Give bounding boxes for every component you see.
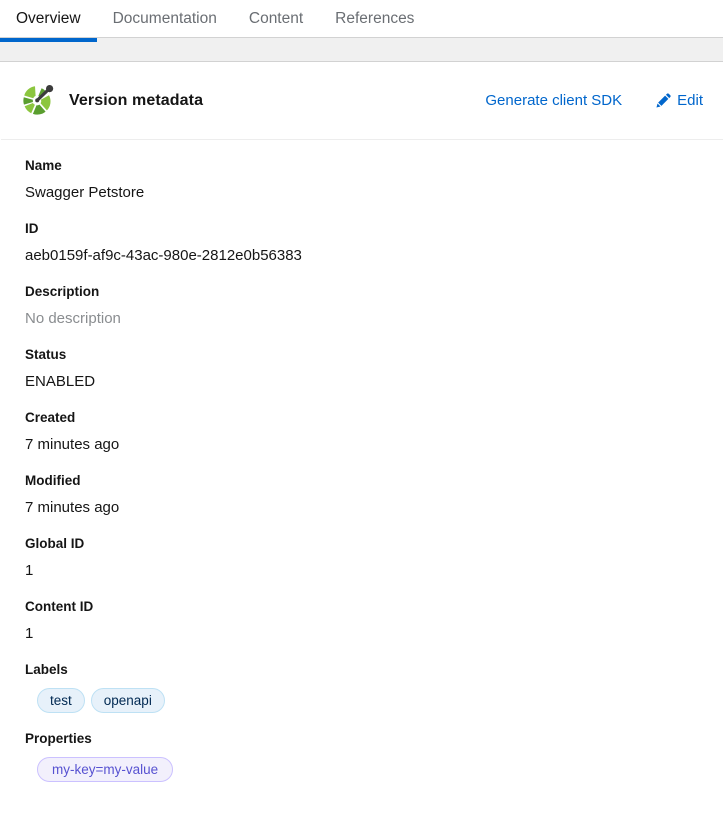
edit-button-label: Edit (677, 92, 703, 109)
field-name: Name Swagger Petstore (25, 158, 703, 203)
card-body: Name Swagger Petstore ID aeb0159f-af9c-4… (1, 140, 723, 792)
generate-client-sdk-button[interactable]: Generate client SDK (485, 92, 622, 109)
card-header-actions: Generate client SDK Edit (485, 92, 707, 109)
openapi-logo-icon (21, 84, 55, 118)
properties-chip-row: my-key=my-value (25, 756, 703, 782)
field-label-labels: Labels (25, 661, 68, 677)
tab-overview-label: Overview (16, 10, 81, 27)
field-global-id: Global ID 1 (25, 536, 703, 581)
card-header-left: Version metadata (21, 84, 203, 118)
tab-references-label: References (335, 10, 415, 27)
edit-button[interactable]: Edit (656, 92, 703, 109)
field-id: ID aeb0159f-af9c-43ac-980e-2812e0b56383 (25, 221, 703, 266)
field-value-id: aeb0159f-af9c-43ac-980e-2812e0b56383 (25, 247, 302, 265)
tab-content-label: Content (248, 10, 304, 27)
tab-references[interactable]: References (319, 0, 430, 38)
field-value-created: 7 minutes ago (25, 435, 120, 453)
page-gap-band (0, 38, 723, 62)
version-metadata-card: Version metadata Generate client SDK Edi… (0, 62, 723, 792)
field-label-global-id: Global ID (25, 535, 85, 551)
label-chip[interactable]: openapi (90, 687, 165, 713)
field-label-id: ID (25, 220, 39, 236)
label-chip[interactable]: test (37, 687, 85, 713)
field-labels: Labels test openapi (25, 662, 703, 713)
field-value-global-id: 1 (25, 561, 34, 579)
tab-documentation-label: Documentation (112, 10, 217, 27)
field-value-content-id: 1 (25, 624, 34, 642)
field-label-name: Name (25, 158, 62, 173)
field-status: Status ENABLED (25, 347, 703, 392)
tab-content[interactable]: Content (233, 0, 319, 38)
field-created: Created 7 minutes ago (25, 410, 703, 455)
field-label-created: Created (25, 409, 76, 425)
field-label-description: Description (25, 283, 100, 299)
field-label-modified: Modified (25, 472, 81, 488)
pencil-icon (656, 93, 671, 108)
labels-chip-row: test openapi (25, 687, 703, 713)
field-label-content-id: Content ID (25, 598, 94, 614)
tab-documentation[interactable]: Documentation (97, 0, 233, 38)
tab-overview[interactable]: Overview (0, 0, 97, 42)
field-label-properties: Properties (25, 730, 92, 746)
tab-bar-divider (0, 37, 723, 38)
card-title: Version metadata (69, 91, 204, 109)
field-value-description: No description (25, 310, 121, 328)
field-value-modified: 7 minutes ago (25, 498, 120, 516)
field-label-status: Status (25, 346, 67, 362)
card-header: Version metadata Generate client SDK Edi… (1, 62, 723, 140)
field-value-status: ENABLED (25, 373, 96, 390)
field-content-id: Content ID 1 (25, 599, 703, 644)
field-modified: Modified 7 minutes ago (25, 473, 703, 518)
field-value-name: Swagger Petstore (25, 184, 145, 202)
property-chip[interactable]: my-key=my-value (37, 756, 174, 782)
field-description: Description No description (25, 284, 703, 329)
field-properties: Properties my-key=my-value (25, 731, 703, 782)
tab-bar: Overview Documentation Content Reference… (0, 0, 723, 42)
